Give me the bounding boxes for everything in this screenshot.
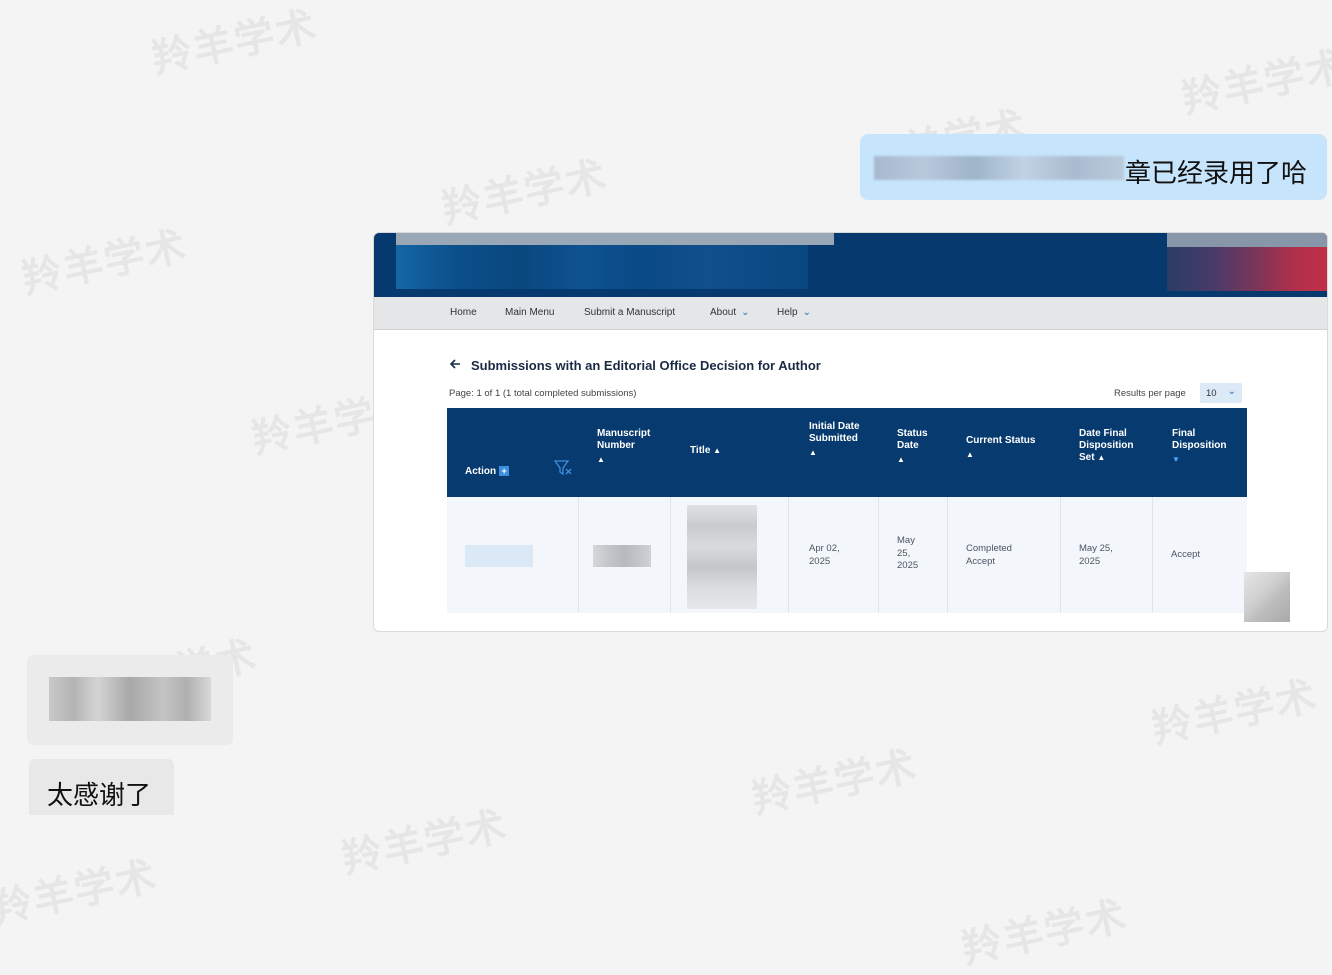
column-date-final-disposition-set[interactable]: Date Final Disposition Set ▲: [1079, 428, 1143, 464]
shared-screenshot-image[interactable]: Home Main Menu Submit a Manuscript About…: [373, 232, 1328, 632]
column-initial-date-submitted[interactable]: Initial Date Submitted ▲: [809, 421, 865, 459]
initial-date-text: Apr 02, 2025: [809, 543, 840, 567]
table-row: Apr 02, 2025 May 25, 2025 Completed Acce…: [447, 497, 1247, 613]
watermark: 羚羊学术: [1177, 42, 1332, 123]
results-per-page-select[interactable]: 10 ⌄: [1200, 383, 1242, 403]
sort-up-icon[interactable]: ▲: [966, 449, 1046, 461]
sort-down-icon[interactable]: ▼: [1172, 454, 1236, 466]
chevron-down-icon: ⌄: [1227, 386, 1236, 397]
column-status-date[interactable]: Status Date ▲: [897, 428, 937, 466]
redacted-manuscript-number: [593, 545, 651, 567]
nav-about[interactable]: About ⌄: [710, 307, 750, 318]
watermark: 羚羊学术: [337, 802, 512, 883]
chevron-down-icon: ⌄: [802, 307, 811, 318]
watermark: 羚羊学术: [17, 222, 192, 303]
column-title[interactable]: Title ▲: [690, 445, 721, 457]
nav-bar: Home Main Menu Submit a Manuscript About…: [374, 297, 1327, 330]
nav-help-label: Help: [777, 307, 798, 318]
watermark: 羚羊学术: [747, 742, 922, 823]
column-label: Initial Date Submitted: [809, 421, 860, 444]
status-date-text: May 25, 2025: [897, 535, 919, 571]
cell-date-final-disposition-set: May 25, 2025: [1061, 497, 1153, 613]
results-per-page-value: 10: [1206, 388, 1217, 399]
chat-bubble-outgoing[interactable]: 章已经录用了哈: [860, 134, 1327, 200]
watermark: 羚羊学术: [147, 2, 322, 83]
watermark: 羚羊学术: [1147, 672, 1322, 753]
sort-up-icon[interactable]: ▲: [713, 446, 721, 455]
redacted-avatar: [1244, 572, 1290, 622]
cell-final-disposition: Accept: [1153, 497, 1247, 613]
column-label: Date Final Disposition Set: [1079, 428, 1134, 463]
cell-title: [671, 497, 789, 613]
cell-status-date: May 25, 2025: [879, 497, 948, 613]
filter-clear-icon[interactable]: [554, 460, 572, 476]
message-text: 太感谢了: [47, 781, 152, 811]
cell-action: [447, 497, 579, 613]
column-action[interactable]: Action +: [465, 466, 510, 478]
watermark: 羚羊学术: [0, 852, 162, 933]
table-header: Action + Manuscript Number ▲ Title ▲ Init…: [447, 408, 1247, 497]
sort-up-icon[interactable]: ▲: [1097, 453, 1105, 462]
column-manuscript-number[interactable]: Manuscript Number ▲: [597, 428, 667, 466]
column-label: Final Disposition: [1172, 428, 1227, 451]
redacted-strip: [1167, 233, 1327, 247]
redacted-text: [874, 156, 1124, 180]
column-label: Manuscript Number: [597, 428, 651, 451]
results-per-page-label: Results per page: [1114, 388, 1186, 399]
nav-about-label: About: [710, 307, 737, 318]
cell-current-status: Completed Accept: [948, 497, 1061, 613]
column-final-disposition[interactable]: Final Disposition ▼: [1172, 428, 1236, 466]
column-current-status[interactable]: Current Status ▲: [966, 435, 1046, 461]
watermark: 羚羊学术: [957, 892, 1132, 973]
plus-icon[interactable]: +: [499, 466, 510, 477]
sort-up-icon[interactable]: ▲: [597, 454, 667, 466]
nav-home[interactable]: Home: [450, 307, 477, 318]
chat-bubble-incoming[interactable]: 太感谢了: [29, 759, 174, 815]
chevron-down-icon: ⌄: [741, 307, 750, 318]
redacted-strip: [396, 233, 834, 245]
redacted-text: [49, 677, 211, 721]
cell-initial-date-submitted: Apr 02, 2025: [789, 497, 879, 613]
column-label: Current Status: [966, 435, 1036, 446]
sort-up-icon[interactable]: ▲: [897, 454, 937, 466]
column-label: Action: [465, 466, 497, 477]
page-info: Page: 1 of 1 (1 total completed submissi…: [449, 388, 637, 399]
watermark: 羚羊学术: [437, 152, 612, 233]
nav-main-menu[interactable]: Main Menu: [505, 307, 554, 318]
redacted-title: [687, 505, 757, 609]
final-disposition-text: Accept: [1171, 549, 1201, 560]
nav-submit-manuscript[interactable]: Submit a Manuscript: [584, 307, 675, 318]
column-label: Title: [690, 445, 711, 456]
site-header: [374, 233, 1327, 297]
nav-help[interactable]: Help ⌄: [777, 307, 811, 318]
redacted-action-link[interactable]: [465, 545, 533, 567]
message-text: 章已经录用了哈: [1124, 159, 1307, 189]
page-title: Submissions with an Editorial Office Dec…: [471, 358, 821, 373]
back-arrow-icon[interactable]: [448, 357, 462, 371]
date-final-disposition-text: May 25, 2025: [1079, 543, 1113, 567]
cell-manuscript-number: [579, 497, 671, 613]
chat-bubble-incoming-redacted[interactable]: [27, 655, 233, 745]
current-status-text: Completed Accept: [966, 543, 1012, 567]
redacted-logo: [396, 243, 808, 289]
sort-up-icon[interactable]: ▲: [809, 447, 865, 459]
column-label: Status Date: [897, 428, 928, 451]
